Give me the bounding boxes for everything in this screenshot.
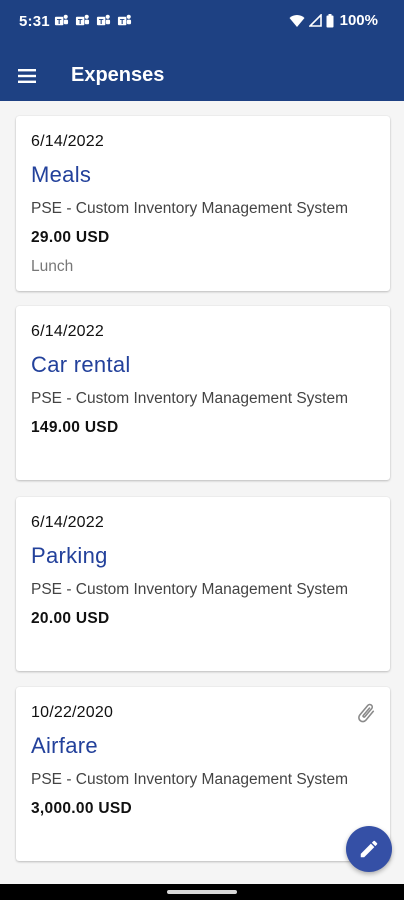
svg-text:T: T [78, 17, 83, 26]
expense-project: PSE - Custom Inventory Management System [31, 581, 349, 598]
expense-category: Car rental [31, 352, 131, 377]
toolbar: Expenses [0, 52, 404, 98]
expense-card-meals[interactable]: 6/14/2022 Meals PSE - Custom Inventory M… [16, 116, 390, 291]
notification-icons: T T T T [54, 13, 132, 28]
expense-date: 6/14/2022 [31, 514, 104, 531]
expense-amount: 29.00 USD [31, 229, 110, 246]
expense-category: Meals [31, 162, 92, 187]
new-expense-button[interactable] [346, 826, 392, 872]
pencil-icon [360, 840, 378, 858]
page-title: Expenses [71, 64, 165, 86]
app-header: 5:31 T T T T 100% Expenses [0, 0, 404, 101]
expense-project: PSE - Custom Inventory Management System [31, 390, 349, 407]
svg-text:T: T [120, 17, 125, 26]
expense-card-car-rental[interactable]: 6/14/2022 Car rental PSE - Custom Invent… [16, 306, 390, 480]
expense-card-airfare[interactable]: 10/22/2020 Airfare PSE - Custom Inventor… [16, 687, 390, 861]
home-gesture-handle[interactable] [167, 890, 237, 894]
paperclip-icon [358, 703, 375, 723]
expense-amount: 149.00 USD [31, 419, 119, 436]
expense-card-parking[interactable]: 6/14/2022 Parking PSE - Custom Inventory… [16, 497, 390, 671]
battery-percentage: 100% [339, 12, 378, 29]
expense-project: PSE - Custom Inventory Management System [31, 771, 349, 788]
battery-icon [326, 13, 334, 27]
teams-icon: T [96, 14, 111, 26]
wifi-icon [289, 14, 305, 27]
teams-icon: T [117, 14, 132, 26]
expense-date: 10/22/2020 [31, 704, 114, 721]
expense-category: Parking [31, 543, 108, 568]
expense-project: PSE - Custom Inventory Management System [31, 200, 349, 217]
expense-amount: 3,000.00 USD [31, 800, 132, 817]
svg-text:T: T [99, 17, 104, 26]
expense-amount: 20.00 USD [31, 610, 110, 627]
teams-icon: T [75, 14, 90, 26]
expense-date: 6/14/2022 [31, 323, 104, 340]
system-nav-bar [0, 884, 404, 900]
status-bar: 5:31 T T T T 100% [0, 0, 404, 44]
hamburger-menu-icon[interactable] [16, 64, 40, 88]
expense-category: Airfare [31, 733, 98, 758]
status-time: 5:31 [19, 13, 50, 30]
signal-icon [308, 14, 322, 27]
expense-date: 6/14/2022 [31, 133, 104, 150]
teams-icon: T [54, 14, 69, 26]
status-indicators: 100% [289, 12, 378, 29]
expense-note: Lunch [31, 258, 74, 275]
svg-text:T: T [57, 17, 62, 26]
